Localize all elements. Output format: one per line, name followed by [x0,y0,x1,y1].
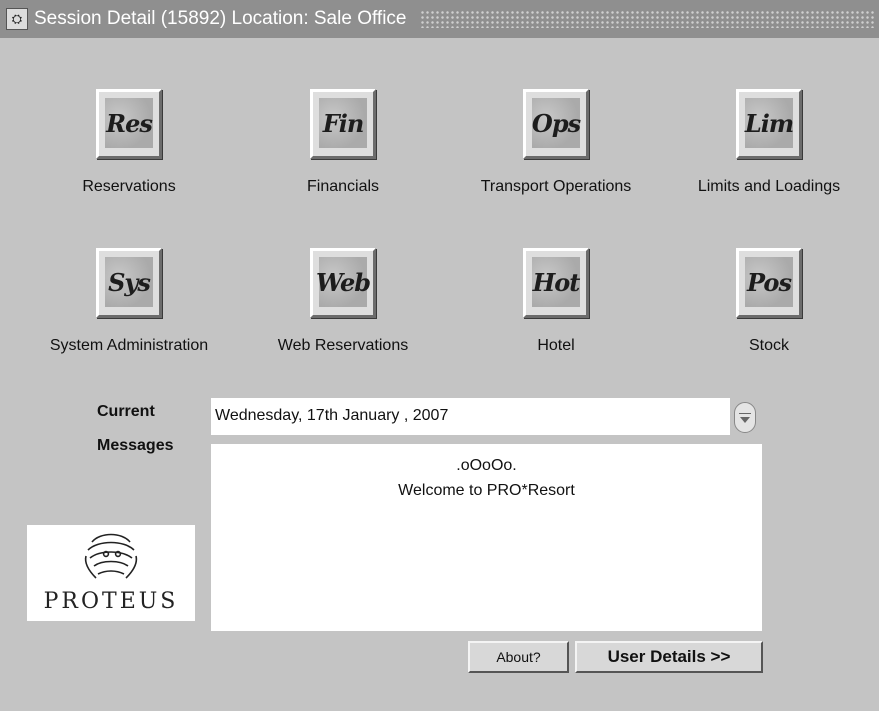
message-line: .oOoOo. [456,457,517,474]
dropdown-bar-icon [739,412,751,414]
limits-and-loadings-button[interactable]: Lim [736,89,802,159]
sys-icon: Sys [105,257,153,307]
reservations-label: Reservations [82,178,176,195]
app-window-icon[interactable]: ⛭ [6,8,28,30]
hotel-button[interactable]: Hot [523,248,589,318]
web-icon: Web [316,257,371,307]
transport-operations-button[interactable]: Ops [523,89,589,159]
financials-button[interactable]: Fin [310,89,376,159]
window-title: Session Detail (15892) Location: Sale Of… [34,8,407,29]
limits-and-loadings-label: Limits and Loadings [697,178,841,195]
title-bar-grip [420,10,875,28]
transport-operations-label: Transport Operations [480,178,632,195]
res-icon: Res [105,98,153,148]
module-hotel: Hot Hotel [451,248,661,355]
date-dropdown-button[interactable] [734,402,756,433]
web-reservations-button[interactable]: Web [310,248,376,318]
logo-wordmark: PROTEUS [43,589,179,614]
message-line: Welcome to PRO*Resort [398,482,575,499]
hotel-label: Hotel [537,337,575,354]
system-administration-label: System Administration [49,337,209,354]
current-label: Current [97,403,155,420]
module-limits-and-loadings: Lim Limits and Loadings [664,89,874,196]
module-financials: Fin Financials [238,89,448,196]
proteus-logo: PROTEUS [27,525,195,621]
pos-icon: Pos [745,257,793,307]
title-bar[interactable]: ⛭ Session Detail (15892) Location: Sale … [0,0,879,38]
module-reservations: Res Reservations [24,89,234,196]
stock-button[interactable]: Pos [736,248,802,318]
current-date-field[interactable]: Wednesday, 17th January , 2007 [211,398,730,435]
proteus-head-icon [84,533,138,579]
user-details-button[interactable]: User Details >> [575,641,763,673]
module-stock: Pos Stock [664,248,874,355]
fin-icon: Fin [319,98,367,148]
ops-icon: Ops [532,98,581,148]
lim-icon: Lim [745,98,794,148]
hot-icon: Hot [532,257,580,307]
about-button[interactable]: About? [468,641,569,673]
system-administration-button[interactable]: Sys [96,248,162,318]
chevron-down-icon [740,416,750,423]
module-web-reservations: Web Web Reservations [238,248,448,355]
reservations-button[interactable]: Res [96,89,162,159]
module-system-administration: Sys System Administration [24,248,234,355]
stock-label: Stock [748,337,789,354]
web-reservations-label: Web Reservations [277,337,409,354]
financials-label: Financials [306,178,380,195]
messages-label: Messages [97,437,174,454]
module-transport-operations: Ops Transport Operations [451,89,661,196]
messages-box[interactable]: .oOoOo. Welcome to PRO*Resort [211,444,762,631]
